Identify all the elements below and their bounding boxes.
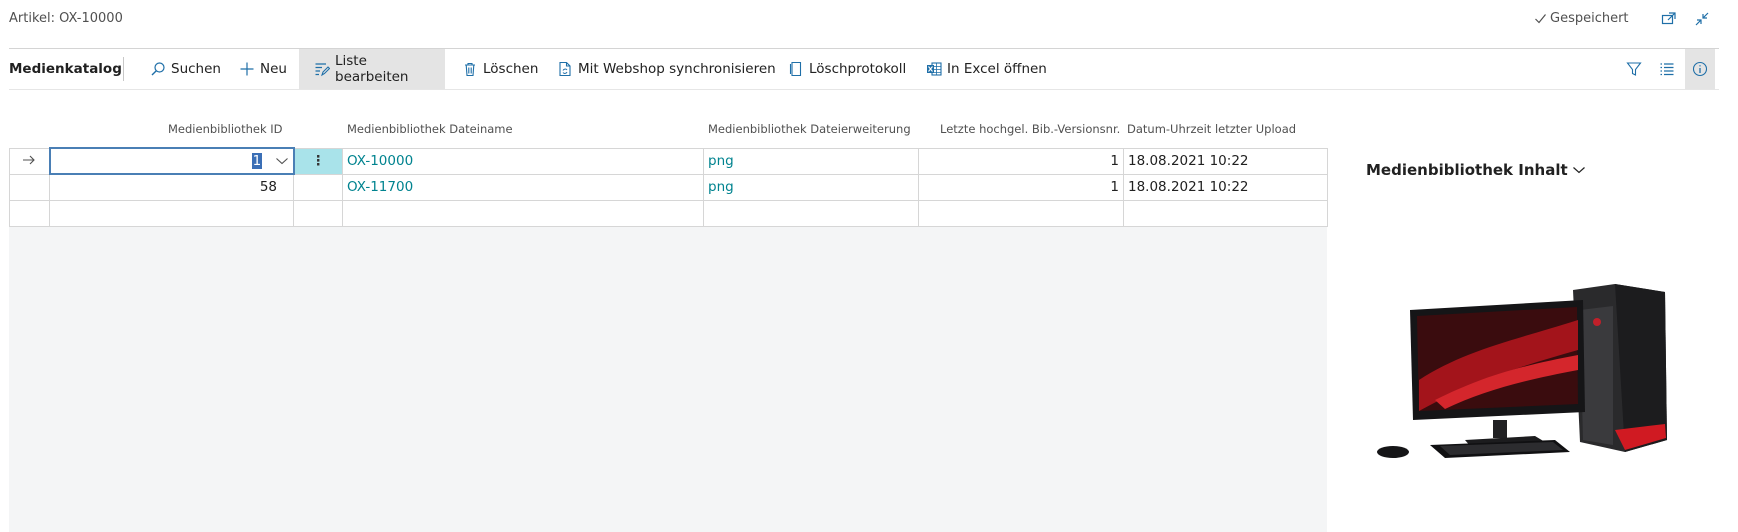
chevron-down-icon[interactable] — [275, 156, 289, 166]
id-value: 1 — [251, 153, 263, 169]
empty-cell[interactable] — [918, 199, 1124, 227]
edit-list-icon — [315, 63, 330, 77]
list-view-icon — [1660, 63, 1674, 76]
trash-icon — [465, 62, 475, 77]
extension-cell[interactable]: png — [703, 147, 919, 175]
row-indicator — [9, 173, 50, 201]
log-icon — [789, 61, 802, 77]
delete-button[interactable]: Löschen — [458, 49, 542, 89]
open-new-window-icon[interactable] — [1659, 9, 1679, 29]
top-bar: Artikel: OX-10000 Gespeichert — [0, 0, 1738, 40]
desktop-pc-image — [1375, 280, 1680, 465]
new-button-label: Neu — [260, 61, 287, 77]
open-excel-button-label: In Excel öffnen — [947, 61, 1047, 77]
media-table: 1 ⋮ OX-10000 png 1 18.08.2021 10:22 58 O… — [9, 147, 1328, 227]
empty-new-row[interactable] — [9, 199, 1328, 227]
action-bar-separator — [123, 57, 124, 81]
edit-list-button-label: Liste bearbeiten — [335, 53, 409, 85]
table-row[interactable]: 1 ⋮ OX-10000 png 1 18.08.2021 10:22 — [9, 147, 1328, 175]
delete-log-button[interactable]: Löschprotokoll — [784, 49, 910, 89]
empty-cell[interactable] — [293, 199, 343, 227]
empty-cell[interactable] — [342, 199, 704, 227]
empty-cell[interactable] — [703, 199, 919, 227]
column-header-id[interactable]: Medienbibliothek ID — [168, 122, 283, 136]
column-header-extension[interactable]: Medienbibliothek Dateierweiterung — [708, 122, 911, 136]
list-view-button[interactable] — [1652, 49, 1682, 89]
version-cell[interactable]: 1 — [918, 147, 1124, 175]
save-status: Gespeichert — [1534, 11, 1629, 26]
filename-cell[interactable]: OX-11700 — [342, 173, 704, 201]
info-icon — [1692, 61, 1708, 77]
info-button[interactable] — [1685, 49, 1715, 89]
column-header-version[interactable]: Letzte hochgel. Bib.-Versionsnr. — [940, 122, 1120, 136]
column-header-upload-datetime[interactable]: Datum-Uhrzeit letzter Upload — [1127, 122, 1296, 136]
search-icon — [151, 62, 165, 76]
filename-cell[interactable]: OX-10000 — [342, 147, 704, 175]
empty-cell[interactable] — [1123, 199, 1328, 227]
search-button-label: Suchen — [171, 61, 221, 77]
edit-list-button[interactable]: Liste bearbeiten — [299, 49, 445, 89]
sync-document-icon — [559, 61, 571, 77]
filter-button[interactable] — [1619, 49, 1649, 89]
version-cell[interactable]: 1 — [918, 173, 1124, 201]
factbox-title-label: Medienbibliothek Inhalt — [1366, 161, 1568, 179]
filter-icon — [1626, 62, 1642, 76]
empty-cell[interactable] — [49, 199, 294, 227]
row-actions-cell[interactable] — [293, 173, 343, 201]
row-indicator — [9, 199, 50, 227]
current-row-arrow-icon — [9, 147, 50, 175]
checkmark-icon — [1535, 14, 1546, 24]
id-cell-input[interactable]: 1 — [48, 147, 295, 175]
sync-webshop-button-label: Mit Webshop synchronisieren — [578, 61, 776, 77]
row-actions-button[interactable]: ⋮ — [293, 147, 343, 175]
search-button[interactable]: Suchen — [146, 49, 225, 89]
action-bar-divider — [9, 89, 1719, 90]
column-header-filename[interactable]: Medienbibliothek Dateiname — [347, 122, 513, 136]
id-cell[interactable]: 58 — [49, 173, 294, 201]
excel-icon — [927, 62, 942, 76]
upload-datetime-cell[interactable]: 18.08.2021 10:22 — [1123, 173, 1328, 201]
extension-cell[interactable]: png — [703, 173, 919, 201]
table-row[interactable]: 58 OX-11700 png 1 18.08.2021 10:22 — [9, 173, 1328, 201]
plus-icon — [240, 62, 254, 76]
collapse-icon[interactable] — [1692, 9, 1712, 29]
page-caption: Artikel: OX-10000 — [9, 11, 123, 26]
new-button[interactable]: Neu — [235, 49, 291, 89]
delete-button-label: Löschen — [483, 61, 539, 77]
sync-webshop-button[interactable]: Mit Webshop synchronisieren — [553, 49, 780, 89]
chevron-down-icon — [1572, 167, 1585, 174]
delete-log-button-label: Löschprotokoll — [809, 61, 907, 77]
action-bar: Medienkatalog Suchen Neu Liste bearbeite… — [0, 49, 1738, 89]
save-status-label: Gespeichert — [1550, 11, 1629, 26]
page-name: Medienkatalog — [9, 61, 122, 77]
upload-datetime-cell[interactable]: 18.08.2021 10:22 — [1123, 147, 1328, 175]
open-excel-button[interactable]: In Excel öffnen — [922, 49, 1051, 89]
factbox-title[interactable]: Medienbibliothek Inhalt — [1366, 161, 1586, 179]
